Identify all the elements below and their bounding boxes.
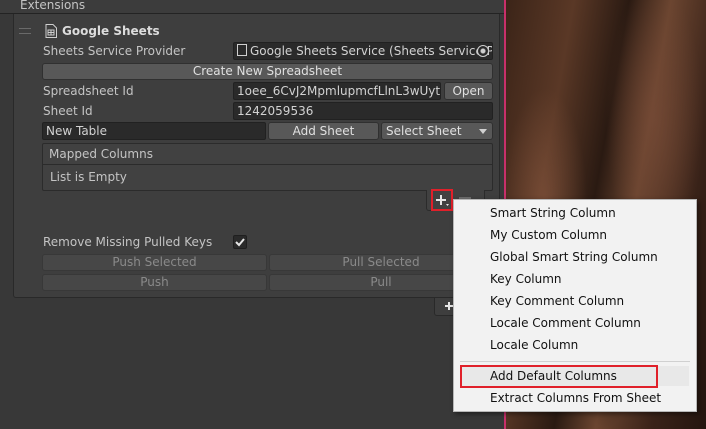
new-table-field[interactable]: New Table: [42, 122, 266, 140]
plus-icon: [445, 302, 453, 310]
sheets-service-provider-label: Sheets Service Provider: [43, 44, 186, 58]
spreadsheet-id-label: Spreadsheet Id: [43, 84, 134, 98]
push-button[interactable]: Push: [42, 274, 267, 291]
add-default-columns-label: Add Default Columns: [490, 369, 617, 383]
add-column-context-menu: Smart String Column My Custom Column Glo…: [453, 199, 697, 412]
remove-missing-pulled-keys-label: Remove Missing Pulled Keys: [43, 235, 213, 249]
select-sheet-label: Select Sheet: [386, 124, 462, 138]
chevron-down-icon: [479, 129, 487, 134]
checkmark-icon: [235, 238, 245, 247]
mapped-columns-title: Mapped Columns: [49, 147, 153, 161]
asset-icon: [237, 44, 247, 56]
menu-item-my-custom-column[interactable]: My Custom Column: [490, 228, 607, 242]
open-button[interactable]: Open: [444, 82, 493, 100]
plus-dropdown-icon: [436, 195, 449, 206]
menu-item-key-comment-column[interactable]: Key Comment Column: [490, 294, 624, 308]
extensions-title: Extensions: [20, 0, 86, 12]
extensions-header: Extensions: [0, 0, 504, 14]
add-column-button[interactable]: [431, 189, 453, 211]
menu-item-locale-comment-column[interactable]: Locale Comment Column: [490, 316, 641, 330]
sheets-service-provider-field[interactable]: Google Sheets Service (Sheets Service P: [233, 42, 493, 60]
menu-separator: [460, 361, 690, 362]
push-selected-button[interactable]: Push Selected: [42, 254, 267, 271]
list-empty-text: List is Empty: [50, 170, 127, 184]
menu-item-add-default-columns[interactable]: Add Default Columns: [460, 365, 689, 388]
object-picker-icon[interactable]: [477, 45, 489, 57]
google-sheets-icon: [45, 24, 57, 38]
mapped-columns-list: Mapped Columns List is Empty: [42, 143, 493, 191]
remove-missing-pulled-keys-checkbox[interactable]: [233, 235, 247, 249]
menu-item-smart-string-column[interactable]: Smart String Column: [490, 206, 616, 220]
menu-item-locale-column[interactable]: Locale Column: [490, 338, 578, 352]
create-new-spreadsheet-button[interactable]: Create New Spreadsheet: [42, 63, 493, 80]
menu-item-global-smart-string-column[interactable]: Global Smart String Column: [490, 250, 658, 264]
sheets-service-provider-value: Google Sheets Service (Sheets Service P: [250, 44, 493, 58]
menu-item-key-column[interactable]: Key Column: [490, 272, 562, 286]
menu-item-extract-columns-from-sheet[interactable]: Extract Columns From Sheet: [490, 391, 661, 405]
select-sheet-dropdown[interactable]: Select Sheet: [381, 122, 493, 140]
drag-handle-icon[interactable]: [19, 28, 31, 34]
add-sheet-button[interactable]: Add Sheet: [268, 122, 379, 140]
sheet-id-field[interactable]: 1242059536: [233, 102, 493, 120]
spreadsheet-id-field[interactable]: 1oee_6CvJ2MpmlupmcfLlnL3wUytr: [233, 82, 441, 100]
extension-title: Google Sheets: [62, 24, 160, 38]
mapped-columns-header: Mapped Columns: [43, 144, 492, 165]
sheet-id-label: Sheet Id: [43, 104, 93, 118]
